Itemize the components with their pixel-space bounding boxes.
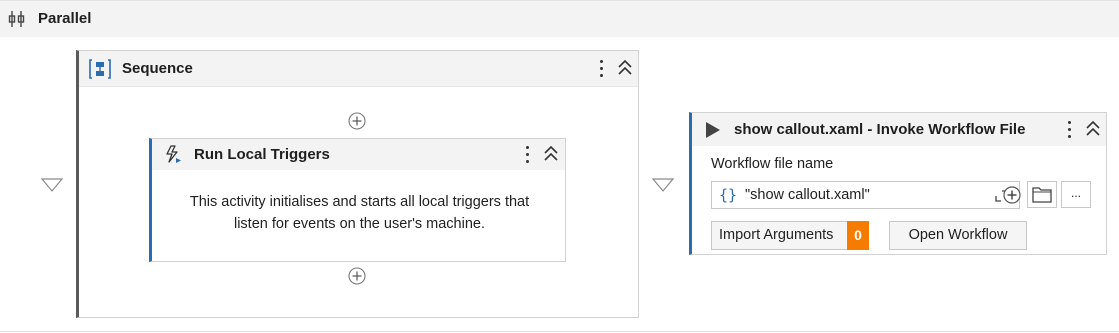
expression-braces-icon: {} xyxy=(719,186,738,204)
divider xyxy=(0,331,1119,332)
run-local-triggers-activity[interactable]: Run Local Triggers This activity initial… xyxy=(149,138,566,262)
workflow-file-name-input[interactable]: {} "show callout.xaml" xyxy=(711,181,1020,209)
more-options-icon[interactable] xyxy=(1063,118,1075,140)
collapse-chevron-icon[interactable] xyxy=(543,144,559,164)
more-button[interactable]: ... xyxy=(1061,181,1091,208)
add-plus-icon[interactable] xyxy=(1003,186,1021,204)
trigger-icon xyxy=(166,145,181,163)
activity-header[interactable]: Run Local Triggers xyxy=(152,139,565,170)
argument-count-badge: 0 xyxy=(847,221,869,250)
play-icon xyxy=(706,122,720,138)
browse-folder-button[interactable] xyxy=(1027,181,1057,208)
activity-title: Run Local Triggers xyxy=(194,146,330,163)
parallel-title: Parallel xyxy=(38,10,92,27)
sequence-title: Sequence xyxy=(122,60,193,77)
collapse-chevron-icon[interactable] xyxy=(617,58,633,78)
description-line: This activity initialises and starts all… xyxy=(189,194,530,210)
collapse-chevron-icon[interactable] xyxy=(1085,119,1101,139)
import-arguments-label: Import Arguments xyxy=(719,227,834,243)
sequence-icon xyxy=(89,59,111,79)
folder-icon xyxy=(1032,187,1052,203)
workflow-file-name-label: Workflow file name xyxy=(711,156,834,172)
description-line: listen for events on the user's machine. xyxy=(233,216,485,232)
add-activity-plus-icon[interactable] xyxy=(348,112,366,130)
parallel-icon xyxy=(8,11,25,27)
more-options-icon[interactable] xyxy=(521,143,533,165)
sequence-header[interactable]: Sequence xyxy=(79,51,638,87)
add-activity-plus-icon[interactable] xyxy=(348,267,366,285)
activity-description: This activity initialises and starts all… xyxy=(162,191,557,235)
workflow-file-value: "show callout.xaml" xyxy=(745,187,870,203)
sequence-container[interactable]: Sequence Run Local Triggers This activit… xyxy=(76,50,639,318)
more-options-icon[interactable] xyxy=(595,57,607,79)
activity-title: show callout.xaml - Invoke Workflow File xyxy=(734,121,1026,138)
parallel-header xyxy=(0,0,1119,37)
import-arguments-button[interactable]: Import Arguments 0 xyxy=(711,221,869,250)
open-workflow-button[interactable]: Open Workflow xyxy=(889,221,1027,250)
expand-branch-triangle-icon[interactable] xyxy=(41,178,63,192)
activity-header[interactable]: show callout.xaml - Invoke Workflow File xyxy=(692,113,1106,146)
invoke-workflow-activity[interactable]: show callout.xaml - Invoke Workflow File… xyxy=(689,112,1107,255)
expand-branch-triangle-icon[interactable] xyxy=(652,178,674,192)
